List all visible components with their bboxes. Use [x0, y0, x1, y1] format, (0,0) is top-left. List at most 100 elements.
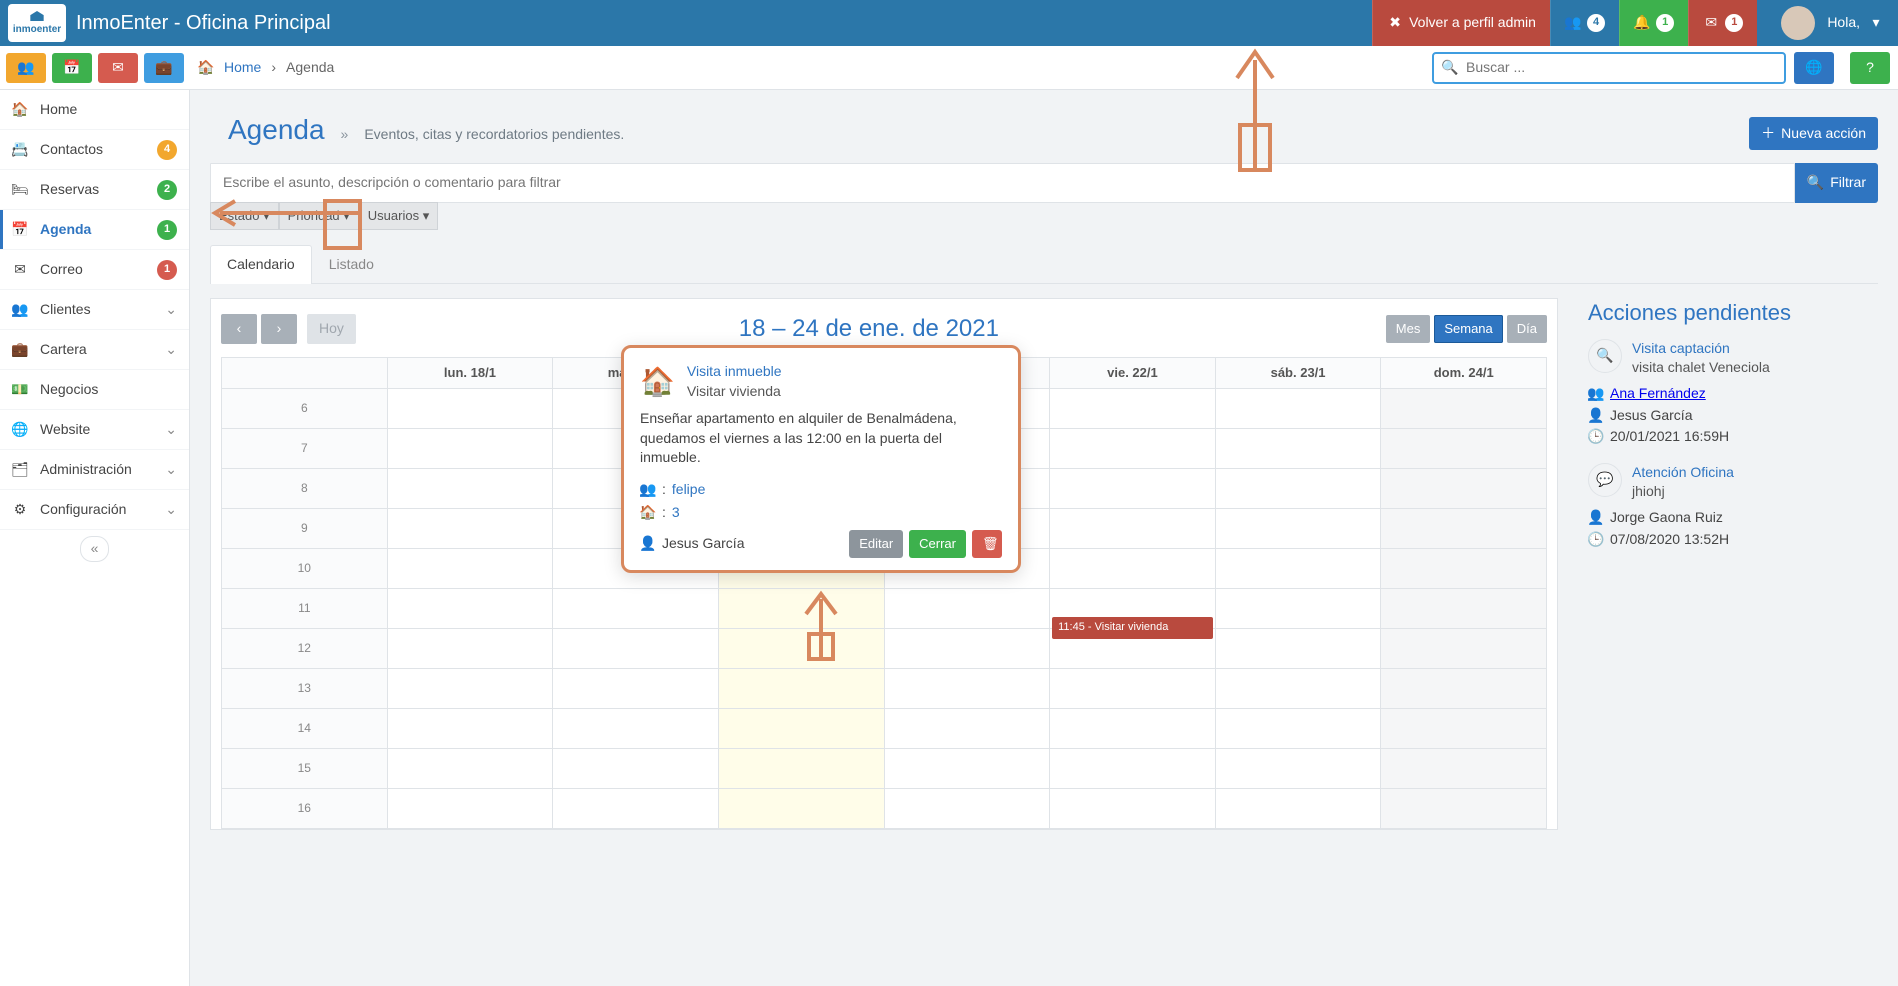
calendar-cell[interactable] — [1381, 669, 1547, 709]
view-day[interactable]: Día — [1507, 315, 1547, 343]
calendar-cell[interactable] — [1215, 629, 1381, 669]
user-menu[interactable]: Hola, ▾ — [1757, 0, 1898, 46]
back-to-admin-button[interactable]: ✖ Volver a perfil admin — [1372, 0, 1550, 46]
sidebar-item-correo[interactable]: ✉Correo1 — [0, 250, 189, 290]
sidebar-item-configuracion[interactable]: ⚙Configuración⌄ — [0, 490, 189, 530]
calendar-cell[interactable] — [553, 589, 719, 629]
quick-mail-button[interactable]: ✉ — [98, 53, 138, 83]
calendar-cell[interactable] — [1381, 389, 1547, 429]
calendar-cell[interactable] — [718, 629, 884, 669]
new-action-button[interactable]: ＋Nueva acción — [1749, 117, 1878, 151]
calendar-cell[interactable] — [1215, 709, 1381, 749]
calendar-cell[interactable] — [884, 669, 1050, 709]
calendar-cell[interactable] — [387, 789, 553, 829]
sidebar-item-administracion[interactable]: 🗂Administración⌄ — [0, 450, 189, 490]
filter-prioridad[interactable]: Prioridad ▾ — [279, 202, 359, 230]
calendar-cell[interactable] — [553, 789, 719, 829]
calendar-cell[interactable] — [884, 589, 1050, 629]
sidebar-item-agenda[interactable]: 📅Agenda1 — [0, 210, 189, 250]
popover-client[interactable]: felipe — [672, 480, 705, 500]
calendar-cell[interactable] — [1050, 509, 1216, 549]
edit-button[interactable]: Editar — [849, 530, 903, 558]
tab-calendario[interactable]: Calendario — [210, 245, 312, 284]
sidebar-item-cartera[interactable]: 💼Cartera⌄ — [0, 330, 189, 370]
calendar-cell[interactable] — [1050, 549, 1216, 589]
calendar-cell[interactable] — [1215, 789, 1381, 829]
pending-item[interactable]: 💬 Atención Oficina jhiohj — [1588, 463, 1878, 502]
calendar-cell[interactable] — [884, 749, 1050, 789]
calendar-cell[interactable] — [1050, 709, 1216, 749]
calendar-cell[interactable] — [387, 389, 553, 429]
sidebar-item-reservas[interactable]: 🛏Reservas2 — [0, 170, 189, 210]
calendar-cell[interactable] — [718, 789, 884, 829]
calendar-cell[interactable] — [1215, 429, 1381, 469]
sidebar-item-home[interactable]: 🏠Home — [0, 90, 189, 130]
calendar-cell[interactable] — [1215, 509, 1381, 549]
popover-property[interactable]: 3 — [672, 503, 680, 523]
calendar-cell[interactable] — [387, 549, 553, 589]
calendar-cell[interactable] — [1381, 469, 1547, 509]
sidebar-item-website[interactable]: 🌐Website⌄ — [0, 410, 189, 450]
globe-button[interactable]: 🌐 — [1794, 52, 1834, 84]
calendar-cell[interactable] — [1050, 469, 1216, 509]
calendar-cell[interactable] — [1381, 509, 1547, 549]
calendar-cell[interactable] — [884, 789, 1050, 829]
search-input[interactable] — [1464, 57, 1776, 79]
popover-type[interactable]: Visita inmueble — [687, 363, 782, 379]
calendar-cell[interactable] — [387, 749, 553, 789]
quick-portfolio-button[interactable]: 💼 — [144, 53, 184, 83]
breadcrumb-home[interactable]: Home — [224, 58, 261, 78]
calendar-cell[interactable] — [1381, 789, 1547, 829]
calendar-cell[interactable] — [387, 669, 553, 709]
delete-button[interactable]: 🗑 — [972, 530, 1002, 558]
topbar-notifications-button[interactable]: 🔔 1 — [1619, 0, 1688, 46]
calendar-cell[interactable] — [1381, 429, 1547, 469]
sidebar-item-negocios[interactable]: 💵Negocios — [0, 370, 189, 410]
filter-text[interactable] — [210, 163, 1795, 203]
filter-button[interactable]: 🔍Filtrar — [1795, 163, 1878, 203]
calendar-cell[interactable] — [553, 629, 719, 669]
search-box[interactable]: 🔍 — [1432, 52, 1786, 84]
calendar-cell[interactable] — [1381, 589, 1547, 629]
calendar-cell[interactable] — [553, 709, 719, 749]
logo[interactable]: inmoenter — [8, 4, 66, 42]
calendar-cell[interactable] — [1050, 749, 1216, 789]
topbar-mail-button[interactable]: ✉ 1 — [1688, 0, 1757, 46]
calendar-cell[interactable] — [1215, 669, 1381, 709]
next-week-button[interactable]: › — [261, 314, 297, 344]
calendar-cell[interactable] — [387, 509, 553, 549]
calendar-cell[interactable] — [1050, 789, 1216, 829]
filter-estado[interactable]: Estado ▾ — [210, 202, 279, 230]
filter-usuarios[interactable]: Usuarios ▾ — [359, 202, 438, 230]
calendar-cell[interactable] — [387, 469, 553, 509]
calendar-cell[interactable] — [1215, 749, 1381, 789]
calendar-cell[interactable] — [718, 709, 884, 749]
pending-item-type[interactable]: Visita captación — [1632, 340, 1730, 356]
calendar-cell[interactable]: 11:45 - Visitar vivienda — [1050, 629, 1216, 669]
topbar-contacts-button[interactable]: 👥 4 — [1550, 0, 1619, 46]
calendar-cell[interactable] — [1381, 709, 1547, 749]
view-month[interactable]: Mes — [1386, 315, 1431, 343]
help-button[interactable]: ? — [1850, 52, 1890, 84]
calendar-cell[interactable] — [1215, 549, 1381, 589]
calendar-event[interactable]: 11:45 - Visitar vivienda — [1052, 617, 1213, 638]
calendar-cell[interactable] — [718, 589, 884, 629]
close-button[interactable]: Cerrar — [909, 530, 966, 558]
calendar-cell[interactable] — [553, 669, 719, 709]
calendar-cell[interactable] — [884, 629, 1050, 669]
calendar-cell[interactable] — [718, 749, 884, 789]
collapse-sidebar-button[interactable]: « — [80, 536, 110, 562]
sidebar-item-contactos[interactable]: 📇Contactos4 — [0, 130, 189, 170]
calendar-cell[interactable] — [553, 749, 719, 789]
filter-input[interactable] — [221, 172, 1784, 194]
calendar-cell[interactable] — [1215, 589, 1381, 629]
calendar-cell[interactable] — [387, 629, 553, 669]
prev-week-button[interactable]: ‹ — [221, 314, 257, 344]
calendar-cell[interactable] — [884, 709, 1050, 749]
calendar-cell[interactable] — [387, 589, 553, 629]
calendar-cell[interactable] — [1215, 389, 1381, 429]
tab-listado[interactable]: Listado — [312, 245, 391, 284]
pending-item-type[interactable]: Atención Oficina — [1632, 464, 1734, 480]
calendar-cell[interactable] — [1381, 549, 1547, 589]
quick-calendar-button[interactable]: 📅 — [52, 53, 92, 83]
